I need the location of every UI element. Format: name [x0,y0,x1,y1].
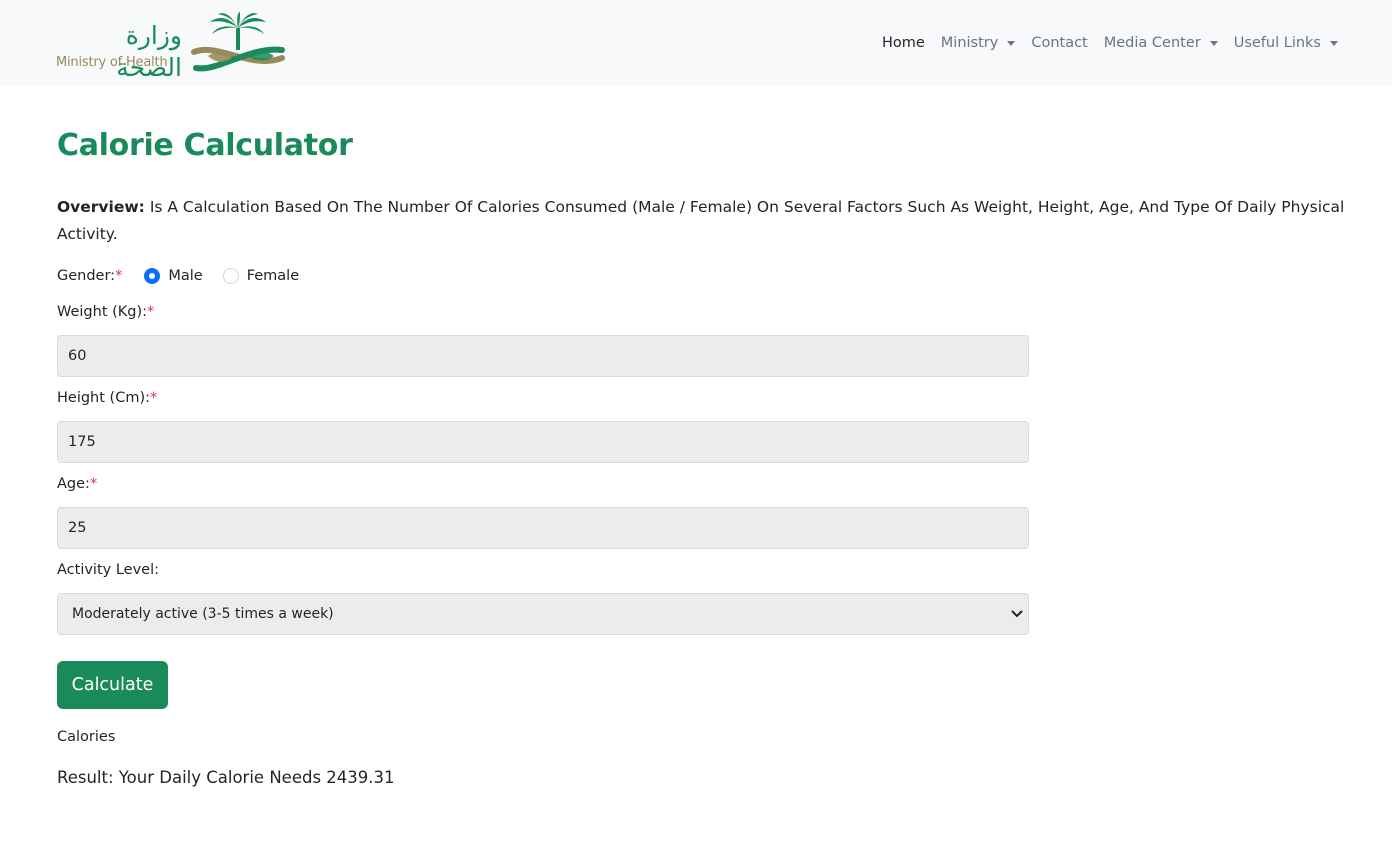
nav-media-center-dropdown[interactable]: Media Center [1096,35,1226,51]
age-input[interactable] [57,507,1029,549]
activity-level-label: Activity Level: [57,562,159,578]
nav-home[interactable]: Home [874,35,933,51]
logo-arabic-text: وزارة الصحة [116,21,182,82]
logo-english-text: Ministry of Health [56,55,168,70]
page-title: Calorie Calculator [57,128,353,163]
required-mark: * [150,390,158,406]
gender-option-male[interactable]: Male [144,268,203,284]
age-label-text: Age: [57,476,90,492]
caret-down-icon [1330,40,1338,46]
chevron-down-icon [1011,610,1023,617]
required-mark: * [89,476,98,492]
overview-text: Overview: Is A Calculation Based On The … [57,194,1351,248]
activity-level-selected-value: Moderately active (3-5 times a week) [72,606,334,622]
gender-field: Gender: * Male Female [57,265,299,287]
female-radio-label: Female [246,268,300,284]
nav-contact-label: Contact [1031,35,1088,51]
activity-level-select[interactable]: Moderately active (3-5 times a week) [57,593,1029,635]
caret-down-icon [1209,40,1218,46]
main-nav: Home Ministry Contact Media Center Usefu… [874,0,1346,86]
female-radio[interactable] [222,268,239,284]
height-label-text: Height (Cm): [57,390,150,406]
male-radio-label: Male [168,268,203,284]
nav-useful-links-label: Useful Links [1233,35,1321,51]
palm-emblem-icon [191,12,285,72]
male-radio[interactable] [144,268,161,284]
weight-label: Weight (Kg):* [57,301,154,323]
height-input[interactable] [57,421,1029,463]
weight-input[interactable] [57,335,1029,377]
required-mark: * [115,268,123,284]
calculate-button[interactable]: Calculate [57,661,168,709]
height-label: Height (Cm):* [57,387,157,409]
caret-down-icon [1007,40,1016,46]
top-navbar: وزارة الصحة Ministry of Health Home Mini… [0,0,1392,86]
nav-home-label: Home [881,35,925,51]
nav-ministry-dropdown[interactable]: Ministry [933,35,1024,51]
nav-ministry-label: Ministry [940,35,999,51]
overview-label: Overview: [57,198,145,216]
nav-contact[interactable]: Contact [1023,35,1095,51]
gender-label: Gender: [57,268,116,284]
calories-label: Calories [57,729,116,745]
calorie-result: Result: Your Daily Calorie Needs 2439.31 [57,768,395,787]
required-mark: * [147,304,155,320]
overview-description: Is A Calculation Based On The Number Of … [57,198,1345,243]
weight-label-text: Weight (Kg): [57,304,148,320]
gender-option-female[interactable]: Female [222,268,300,284]
nav-useful-links-dropdown[interactable]: Useful Links [1226,35,1346,51]
ministry-of-health-logo[interactable]: وزارة الصحة Ministry of Health [56,12,286,82]
nav-media-center-label: Media Center [1103,35,1201,51]
age-label: Age:* [57,473,97,495]
